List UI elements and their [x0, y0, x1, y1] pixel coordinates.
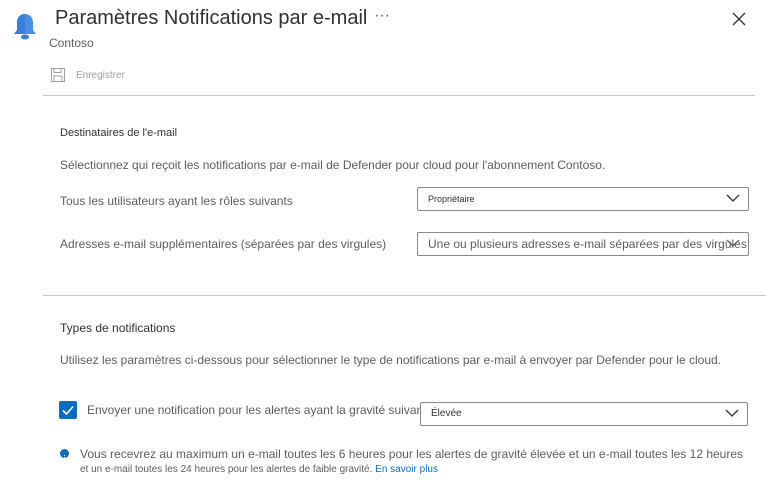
info-text-line2: et un e-mail toutes les 24 heures pour l…: [80, 464, 438, 475]
severity-dropdown[interactable]: Élevée: [420, 402, 748, 426]
info-text-line1: Vous recevrez au maximum un e-mail toute…: [80, 447, 744, 461]
roles-dropdown-value: Propriétaire: [428, 194, 475, 204]
notification-types-description: Utilisez les paramètres ci-dessous pour …: [60, 353, 722, 367]
roles-label: Tous les utilisateurs ayant les rôles su…: [60, 194, 293, 208]
bell-icon: [14, 14, 36, 40]
checkmark-icon: [62, 405, 74, 416]
info-icon: [60, 449, 69, 460]
roles-dropdown[interactable]: Propriétaire: [417, 187, 749, 211]
chevron-down-icon: [725, 409, 739, 417]
page-title: Paramètres Notifications par e-mail: [55, 7, 368, 29]
save-button[interactable]: Enregistrer: [50, 67, 125, 83]
save-icon: [51, 68, 65, 82]
additional-emails-label: Adresses e-mail supplémentaires (séparée…: [60, 237, 387, 251]
more-options-button[interactable]: ···: [374, 7, 390, 25]
additional-emails-input[interactable]: Une ou plusieurs adresses e-mail séparée…: [417, 232, 749, 256]
save-label: Enregistrer: [76, 69, 125, 81]
severity-dropdown-value: Élevée: [431, 408, 462, 419]
additional-emails-placeholder: Une ou plusieurs adresses e-mail séparée…: [428, 237, 747, 251]
recipients-description: Sélectionnez qui reçoit les notification…: [60, 158, 606, 172]
recipients-section-title: Destinataires de l'e-mail: [60, 127, 178, 139]
chevron-down-icon: [726, 194, 740, 202]
notification-types-title: Types de notifications: [60, 321, 176, 335]
learn-more-link[interactable]: En savoir plus: [375, 464, 438, 475]
section-divider: [43, 295, 766, 296]
close-icon[interactable]: [731, 11, 747, 27]
severity-alert-checkbox[interactable]: [59, 401, 77, 419]
subscription-name: Contoso: [49, 36, 94, 50]
info-text-line2-content: et un e-mail toutes les 24 heures pour l…: [80, 464, 373, 475]
chevron-down-icon: [726, 239, 740, 247]
toolbar-divider: [43, 95, 755, 96]
